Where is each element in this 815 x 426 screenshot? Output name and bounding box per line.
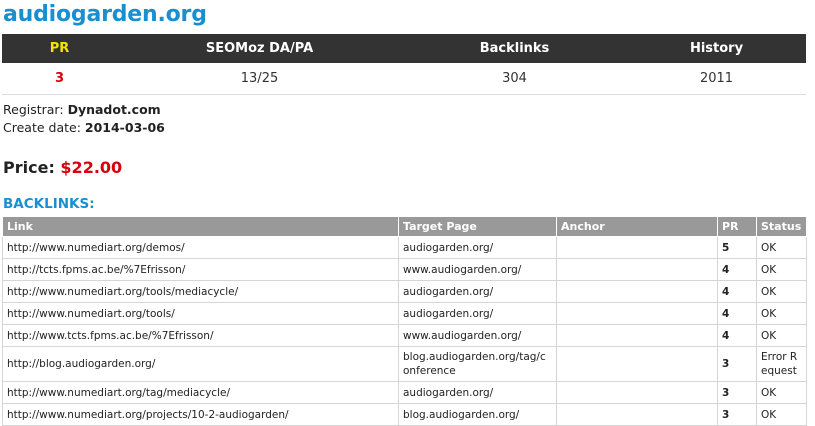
target-page: audiogarden.org/: [398, 302, 557, 325]
anchor-text: [556, 258, 718, 281]
backlinks-section-title: BACKLINKS:: [3, 196, 95, 212]
price-line: Price: $22.00: [3, 158, 122, 177]
table-row: http://blog.audiogarden.org/ blog.audiog…: [2, 346, 807, 382]
target-page: blog.audiogarden.org/: [398, 403, 557, 426]
anchor-text: [556, 381, 718, 404]
target-page: audiogarden.org/: [398, 280, 557, 303]
backlink-pr: 3: [717, 403, 757, 426]
table-row: http://www.numediart.org/projects/10-2-a…: [2, 403, 807, 426]
registrar-line: Registrar: Dynadot.com: [3, 102, 161, 117]
anchor-text: [556, 236, 718, 259]
backlink-url[interactable]: http://www.numediart.org/tools/: [2, 302, 399, 325]
create-date-label: Create date:: [3, 120, 81, 135]
backlinks-header-anchor: Anchor: [556, 216, 718, 237]
table-row: http://tcts.fpms.ac.be/%7Efrisson/ www.a…: [2, 258, 807, 281]
backlink-pr: 4: [717, 324, 757, 347]
backlink-status: OK: [756, 403, 807, 426]
domain-stats-table: PR SEOMoz DA/PA Backlinks History 3 13/2…: [2, 34, 806, 95]
target-page: www.audiogarden.org/: [398, 258, 557, 281]
backlink-status: OK: [756, 324, 807, 347]
backlink-pr: 4: [717, 258, 757, 281]
backlink-status: OK: [756, 302, 807, 325]
anchor-text: [556, 324, 718, 347]
stats-header-pr: PR: [2, 34, 117, 63]
stats-header-history: History: [627, 34, 806, 63]
backlink-url[interactable]: http://www.numediart.org/demos/: [2, 236, 399, 259]
backlink-pr: 4: [717, 280, 757, 303]
backlink-pr: 3: [717, 381, 757, 404]
backlinks-header-pr: PR: [717, 216, 757, 237]
create-date-value: 2014-03-06: [84, 120, 165, 135]
table-row: http://www.numediart.org/tag/mediacycle/…: [2, 381, 807, 404]
stats-header-seomoz: SEOMoz DA/PA: [117, 34, 402, 63]
backlink-status: Error Request: [756, 346, 807, 382]
stats-value-history: 2011: [627, 63, 806, 95]
backlink-url[interactable]: http://blog.audiogarden.org/: [2, 346, 399, 382]
target-page: audiogarden.org/: [398, 381, 557, 404]
stats-value-row: 3 13/25 304 2011: [2, 63, 806, 95]
stats-value-seomoz: 13/25: [117, 63, 402, 95]
target-page: blog.audiogarden.org/tag/conference: [398, 346, 557, 382]
backlinks-header-link: Link: [2, 216, 399, 237]
table-row: http://www.tcts.fpms.ac.be/%7Efrisson/ w…: [2, 324, 807, 347]
page: audiogarden.org PR SEOMoz DA/PA Backlink…: [0, 0, 815, 426]
backlink-status: OK: [756, 258, 807, 281]
backlinks-header-status: Status: [756, 216, 807, 237]
backlink-url[interactable]: http://www.numediart.org/projects/10-2-a…: [2, 403, 399, 426]
backlink-url[interactable]: http://tcts.fpms.ac.be/%7Efrisson/: [2, 258, 399, 281]
backlink-url[interactable]: http://www.numediart.org/tag/mediacycle/: [2, 381, 399, 404]
table-row: http://www.numediart.org/tools/mediacycl…: [2, 280, 807, 303]
backlink-pr: 4: [717, 302, 757, 325]
table-row: http://www.numediart.org/tools/ audiogar…: [2, 302, 807, 325]
backlink-status: OK: [756, 280, 807, 303]
backlink-pr: 5: [717, 236, 757, 259]
backlinks-table: Link Target Page Anchor PR Status http:/…: [2, 216, 807, 426]
anchor-text: [556, 346, 718, 382]
registrar-label: Registrar:: [3, 102, 64, 117]
target-page: audiogarden.org/: [398, 236, 557, 259]
domain-title[interactable]: audiogarden.org: [3, 2, 207, 27]
backlink-status: OK: [756, 381, 807, 404]
anchor-text: [556, 280, 718, 303]
backlinks-header-target: Target Page: [398, 216, 557, 237]
registrar-value: Dynadot.com: [67, 102, 161, 117]
anchor-text: [556, 302, 718, 325]
stats-header-row: PR SEOMoz DA/PA Backlinks History: [2, 34, 806, 63]
stats-value-pr: 3: [2, 63, 117, 95]
price-value: $22.00: [60, 158, 123, 177]
backlink-url[interactable]: http://www.tcts.fpms.ac.be/%7Efrisson/: [2, 324, 399, 347]
backlink-url[interactable]: http://www.numediart.org/tools/mediacycl…: [2, 280, 399, 303]
backlink-status: OK: [756, 236, 807, 259]
stats-value-backlinks: 304: [402, 63, 627, 95]
backlink-pr: 3: [717, 346, 757, 382]
table-row: http://www.numediart.org/demos/ audiogar…: [2, 236, 807, 259]
anchor-text: [556, 403, 718, 426]
target-page: www.audiogarden.org/: [398, 324, 557, 347]
create-date-line: Create date: 2014-03-06: [3, 120, 165, 135]
stats-header-backlinks: Backlinks: [402, 34, 627, 63]
price-label: Price:: [3, 158, 55, 177]
backlinks-header-row: Link Target Page Anchor PR Status: [2, 216, 807, 237]
